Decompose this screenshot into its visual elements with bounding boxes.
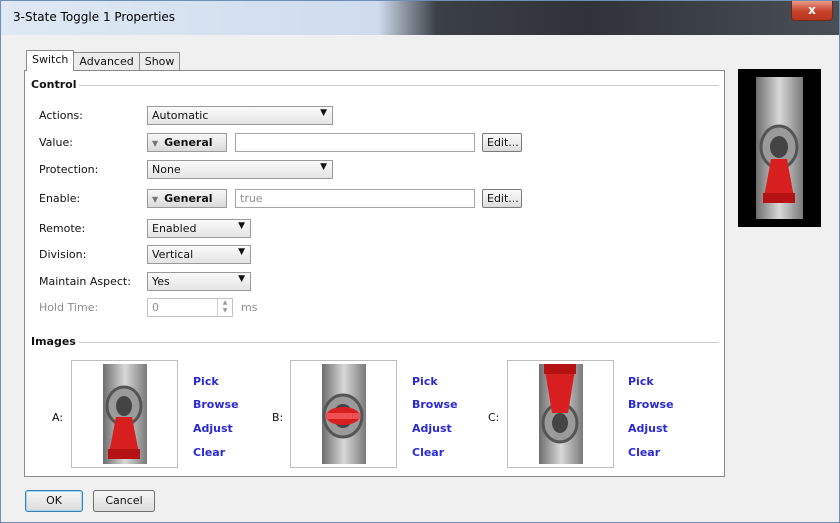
enable-input[interactable]: true: [235, 189, 475, 208]
switch-panel: Control Actions: Automatic ▼ Value: ▼ Gen…: [24, 70, 725, 477]
ok-button[interactable]: OK: [25, 490, 83, 512]
image-c-thumbnail[interactable]: [507, 360, 614, 468]
section-divider: [79, 85, 719, 86]
close-icon: x: [808, 3, 816, 17]
division-value: Vertical: [152, 248, 194, 261]
window-title: 3-State Toggle 1 Properties: [13, 10, 176, 24]
chevron-down-icon: ▼: [320, 108, 327, 118]
close-button[interactable]: x: [791, 1, 833, 21]
tab-advanced[interactable]: Advanced: [73, 52, 140, 71]
title-bar[interactable]: 3-State Toggle 1 Properties x: [1, 1, 839, 35]
tab-show[interactable]: Show: [138, 52, 181, 71]
chevron-down-icon: ▼: [152, 139, 159, 148]
toggle-preview: [738, 69, 821, 227]
actions-dropdown[interactable]: Automatic ▼: [147, 106, 333, 125]
image-c-adjust-link[interactable]: Adjust: [628, 422, 668, 435]
properties-dialog: 3-State Toggle 1 Properties x Switch Adv…: [0, 0, 840, 523]
maintain-aspect-label: Maintain Aspect:: [39, 275, 131, 288]
image-c-clear-link[interactable]: Clear: [628, 446, 660, 459]
image-b-adjust-link[interactable]: Adjust: [412, 422, 452, 435]
image-c-pick-link[interactable]: Pick: [628, 375, 654, 388]
tab-bar: Switch Advanced Show: [26, 50, 181, 71]
protection-dropdown[interactable]: None ▼: [147, 160, 333, 179]
chevron-down-icon: ▼: [238, 274, 245, 284]
image-c-label: C:: [488, 411, 500, 424]
image-a-pick-link[interactable]: Pick: [193, 375, 219, 388]
hold-time-spinner[interactable]: 0 ▲ ▼: [147, 298, 233, 317]
cancel-button[interactable]: Cancel: [93, 490, 155, 512]
image-c-browse-link[interactable]: Browse: [628, 398, 674, 411]
remote-dropdown[interactable]: Enabled ▼: [147, 219, 251, 238]
protection-value: None: [152, 163, 181, 176]
enable-mode-label: General: [164, 192, 213, 205]
remote-value: Enabled: [152, 222, 197, 235]
value-mode-label: General: [164, 136, 213, 149]
image-a-clear-link[interactable]: Clear: [193, 446, 225, 459]
image-b-pick-link[interactable]: Pick: [412, 375, 438, 388]
value-edit-button[interactable]: Edit...: [482, 133, 522, 152]
tab-switch[interactable]: Switch: [26, 50, 75, 71]
chevron-down-icon: ▼: [320, 162, 327, 172]
spinner-arrows-icon[interactable]: ▲ ▼: [217, 299, 232, 316]
division-dropdown[interactable]: Vertical ▼: [147, 245, 251, 264]
images-section-header: Images: [31, 335, 76, 348]
hold-time-unit: ms: [241, 301, 258, 314]
division-label: Division:: [39, 248, 87, 261]
actions-label: Actions:: [39, 109, 83, 122]
protection-label: Protection:: [39, 163, 99, 176]
hold-time-label: Hold Time:: [39, 301, 99, 314]
chevron-down-icon: ▼: [238, 247, 245, 257]
value-mode-button[interactable]: ▼ General: [147, 133, 227, 152]
image-a-adjust-link[interactable]: Adjust: [193, 422, 233, 435]
image-b-label: B:: [272, 411, 284, 424]
image-a-browse-link[interactable]: Browse: [193, 398, 239, 411]
image-b-browse-link[interactable]: Browse: [412, 398, 458, 411]
image-b-thumbnail[interactable]: [290, 360, 397, 468]
chevron-down-icon: ▼: [238, 221, 245, 231]
image-a-thumbnail[interactable]: [71, 360, 178, 468]
actions-value: Automatic: [152, 109, 209, 122]
maintain-aspect-value: Yes: [152, 275, 170, 288]
hold-time-value: 0: [152, 301, 159, 314]
chevron-down-icon: ▼: [152, 195, 159, 204]
maintain-aspect-dropdown[interactable]: Yes ▼: [147, 272, 251, 291]
value-label: Value:: [39, 136, 73, 149]
enable-edit-button[interactable]: Edit...: [482, 189, 522, 208]
value-input[interactable]: [235, 133, 475, 152]
control-section-header: Control: [31, 78, 77, 91]
enable-label: Enable:: [39, 192, 81, 205]
enable-mode-button[interactable]: ▼ General: [147, 189, 227, 208]
image-a-label: A:: [52, 411, 64, 424]
section-divider: [79, 342, 719, 343]
remote-label: Remote:: [39, 222, 86, 235]
image-b-clear-link[interactable]: Clear: [412, 446, 444, 459]
